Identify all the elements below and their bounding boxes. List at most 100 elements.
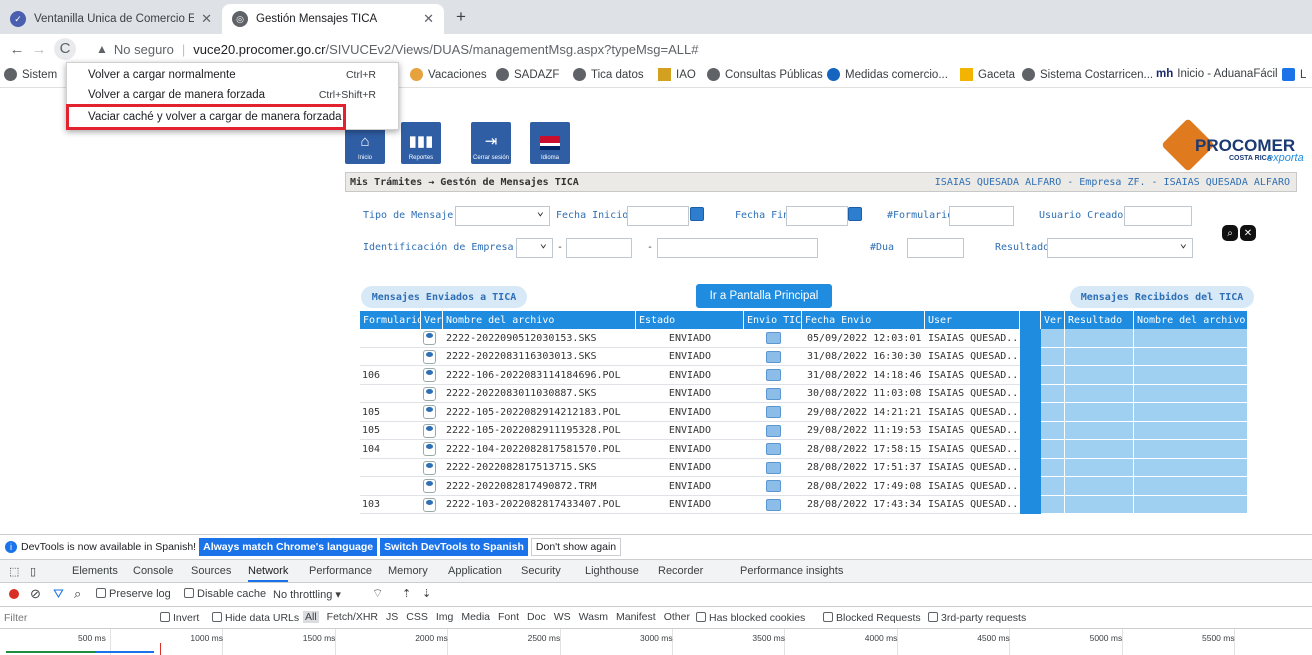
tab-ventanilla[interactable]: ✓ Ventanilla Única de Comercio Ext ✕ [0, 4, 222, 34]
type-filter-all[interactable]: All [303, 611, 319, 623]
close-icon[interactable]: ✕ [201, 11, 212, 27]
col-header[interactable]: Ver [1041, 311, 1065, 329]
view-xml-icon[interactable] [423, 349, 436, 364]
view-xml-icon[interactable] [423, 479, 436, 494]
bookmark-item[interactable]: Vacaciones [410, 68, 487, 81]
table-row[interactable]: 2222-2022083011030887.SKS ENVIADO 30/08/20… [360, 384, 1248, 403]
nav-idioma-button[interactable]: Idioma [530, 122, 570, 164]
tab-security[interactable]: Security [521, 565, 561, 577]
type-filter-media[interactable]: Media [461, 611, 490, 623]
export-icon[interactable]: ⇣ [422, 587, 431, 600]
col-header[interactable]: Ver [421, 311, 443, 329]
formulario-input[interactable] [949, 206, 1014, 226]
calendar-icon[interactable] [848, 207, 862, 221]
tab-lighthouse[interactable]: Lighthouse [585, 565, 639, 577]
table-row[interactable]: 2222-2022090512030153.SKS ENVIADO 05/09/20… [360, 329, 1248, 348]
envelope-icon[interactable] [765, 443, 781, 456]
type-filter-fetch-xhr[interactable]: Fetch/XHR [327, 611, 378, 623]
type-filter-doc[interactable]: Doc [527, 611, 546, 623]
bookmark-item[interactable]: Medidas comercio... [827, 68, 948, 81]
identificacion-type-select[interactable] [516, 236, 553, 258]
col-header[interactable]: Nombre del archivo [443, 311, 636, 329]
third-party-checkbox[interactable]: 3rd-party requests [928, 612, 1026, 624]
reload-icon[interactable]: C [54, 38, 76, 60]
type-filter-wasm[interactable]: Wasm [579, 611, 608, 623]
tab-memory[interactable]: Memory [388, 565, 428, 577]
view-xml-icon[interactable] [423, 405, 436, 420]
view-xml-icon[interactable] [423, 442, 436, 457]
envelope-icon[interactable] [765, 406, 781, 419]
new-tab-icon[interactable]: + [456, 7, 466, 27]
type-filter-font[interactable]: Font [498, 611, 519, 623]
filter-icon[interactable]: ⛛ [53, 586, 64, 602]
col-header[interactable]: Estado [636, 311, 744, 329]
throttling-select[interactable]: No throttling ▾ [273, 588, 341, 601]
envelope-icon[interactable] [765, 332, 781, 345]
type-filter-css[interactable]: CSS [406, 611, 428, 623]
network-conditions-icon[interactable]: ⌔ [372, 586, 383, 601]
back-icon[interactable]: ← [6, 41, 28, 58]
tab-performance-insights[interactable]: Performance insights [740, 565, 843, 577]
tab-elements[interactable]: Elements [72, 565, 118, 577]
nav-reportes-button[interactable]: ▮▮▮ Reportes [401, 122, 441, 164]
switch-spanish-button[interactable]: Switch DevTools to Spanish [380, 538, 528, 556]
table-row[interactable]: 103 2222-103-2022082817433407.POL ENVIADO 2… [360, 495, 1248, 514]
inspect-icon[interactable]: ⬚ [9, 565, 19, 578]
tab-network[interactable]: Network [248, 565, 289, 582]
tab-recorder[interactable]: Recorder [658, 565, 703, 577]
close-icon[interactable]: ✕ [423, 11, 434, 27]
forward-icon[interactable]: → [28, 41, 50, 58]
fecha-inicio-input[interactable] [627, 206, 689, 226]
bookmark-item[interactable]: IAO [658, 68, 696, 81]
type-filter-js[interactable]: JS [386, 611, 398, 623]
bookmark-item[interactable]: mh Inicio - AduanaFácil [1156, 68, 1278, 80]
col-header[interactable]: Envio TICA [744, 311, 807, 329]
envelope-icon[interactable] [765, 461, 781, 474]
bookmark-item[interactable]: SADAZF [496, 68, 559, 81]
envelope-icon[interactable] [765, 498, 781, 511]
tab-gestion-mensajes[interactable]: ◎ Gestión Mensajes TICA ✕ [222, 4, 444, 34]
tab-application[interactable]: Application [448, 565, 502, 577]
envelope-icon[interactable] [765, 350, 781, 363]
tab-performance[interactable]: Performance [309, 565, 372, 577]
preserve-log-checkbox[interactable]: Preserve log [96, 588, 171, 600]
menu-item-reload-normal[interactable]: Volver a cargar normalmente Ctrl+R [67, 66, 398, 84]
address-bar[interactable]: ▲ No seguro | vuce20.procomer.go.cr/SIVU… [96, 38, 698, 60]
nav-logout-button[interactable]: ⇥ Cerrar sesión [471, 122, 511, 164]
view-xml-icon[interactable] [423, 331, 436, 346]
tab-console[interactable]: Console [133, 565, 173, 577]
view-xml-icon[interactable] [423, 368, 436, 383]
col-header[interactable]: User [925, 311, 1020, 329]
col-header[interactable]: Resultado [1065, 311, 1134, 329]
bookmark-item[interactable]: L [1282, 68, 1306, 81]
tab-sources[interactable]: Sources [191, 565, 231, 577]
table-row[interactable]: 105 2222-105-2022082911195328.POL ENVIADO 2… [360, 421, 1248, 440]
blocked-cookies-checkbox[interactable]: Has blocked cookies [696, 612, 805, 624]
view-xml-icon[interactable] [423, 497, 436, 512]
table-row[interactable]: 104 2222-104-2022082817581570.POL ENVIADO 2… [360, 440, 1248, 459]
bookmark-item[interactable]: Consultas Públicas [707, 68, 823, 81]
envelope-icon[interactable] [765, 424, 781, 437]
table-row[interactable]: 2222-2022082817490872.TRM ENVIADO 28/08/20… [360, 477, 1248, 496]
table-row[interactable]: 105 2222-105-2022082914212183.POL ENVIADO 2… [360, 403, 1248, 422]
bookmark-item[interactable]: Sistem [4, 68, 57, 81]
match-language-button[interactable]: Always match Chrome's language [199, 538, 378, 556]
table-row[interactable]: 2222-2022082817513715.SKS ENVIADO 28/08/20… [360, 458, 1248, 477]
bookmark-item[interactable]: Gaceta [960, 68, 1015, 81]
type-filter-img[interactable]: Img [436, 611, 454, 623]
device-toolbar-icon[interactable]: ▯ [30, 565, 36, 578]
clear-icon[interactable]: ⊘ [30, 586, 41, 602]
view-xml-icon[interactable] [423, 386, 436, 401]
menu-item-hard-reload[interactable]: Volver a cargar de manera forzada Ctrl+S… [67, 86, 398, 104]
type-filter-ws[interactable]: WS [554, 611, 571, 623]
col-header[interactable]: Fecha Envio [802, 311, 925, 329]
resultado-select[interactable] [1047, 236, 1193, 258]
bookmark-item[interactable]: Sistema Costarricen... [1022, 68, 1153, 81]
type-filter-other[interactable]: Other [664, 611, 690, 623]
col-header[interactable]: Formulario [360, 311, 423, 329]
usuario-creador-input[interactable] [1124, 206, 1192, 226]
table-row[interactable]: 2222-2022083116303013.SKS ENVIADO 31/08/20… [360, 347, 1248, 366]
invert-checkbox[interactable]: Invert [160, 612, 199, 624]
view-xml-icon[interactable] [423, 423, 436, 438]
envelope-icon[interactable] [765, 369, 781, 382]
